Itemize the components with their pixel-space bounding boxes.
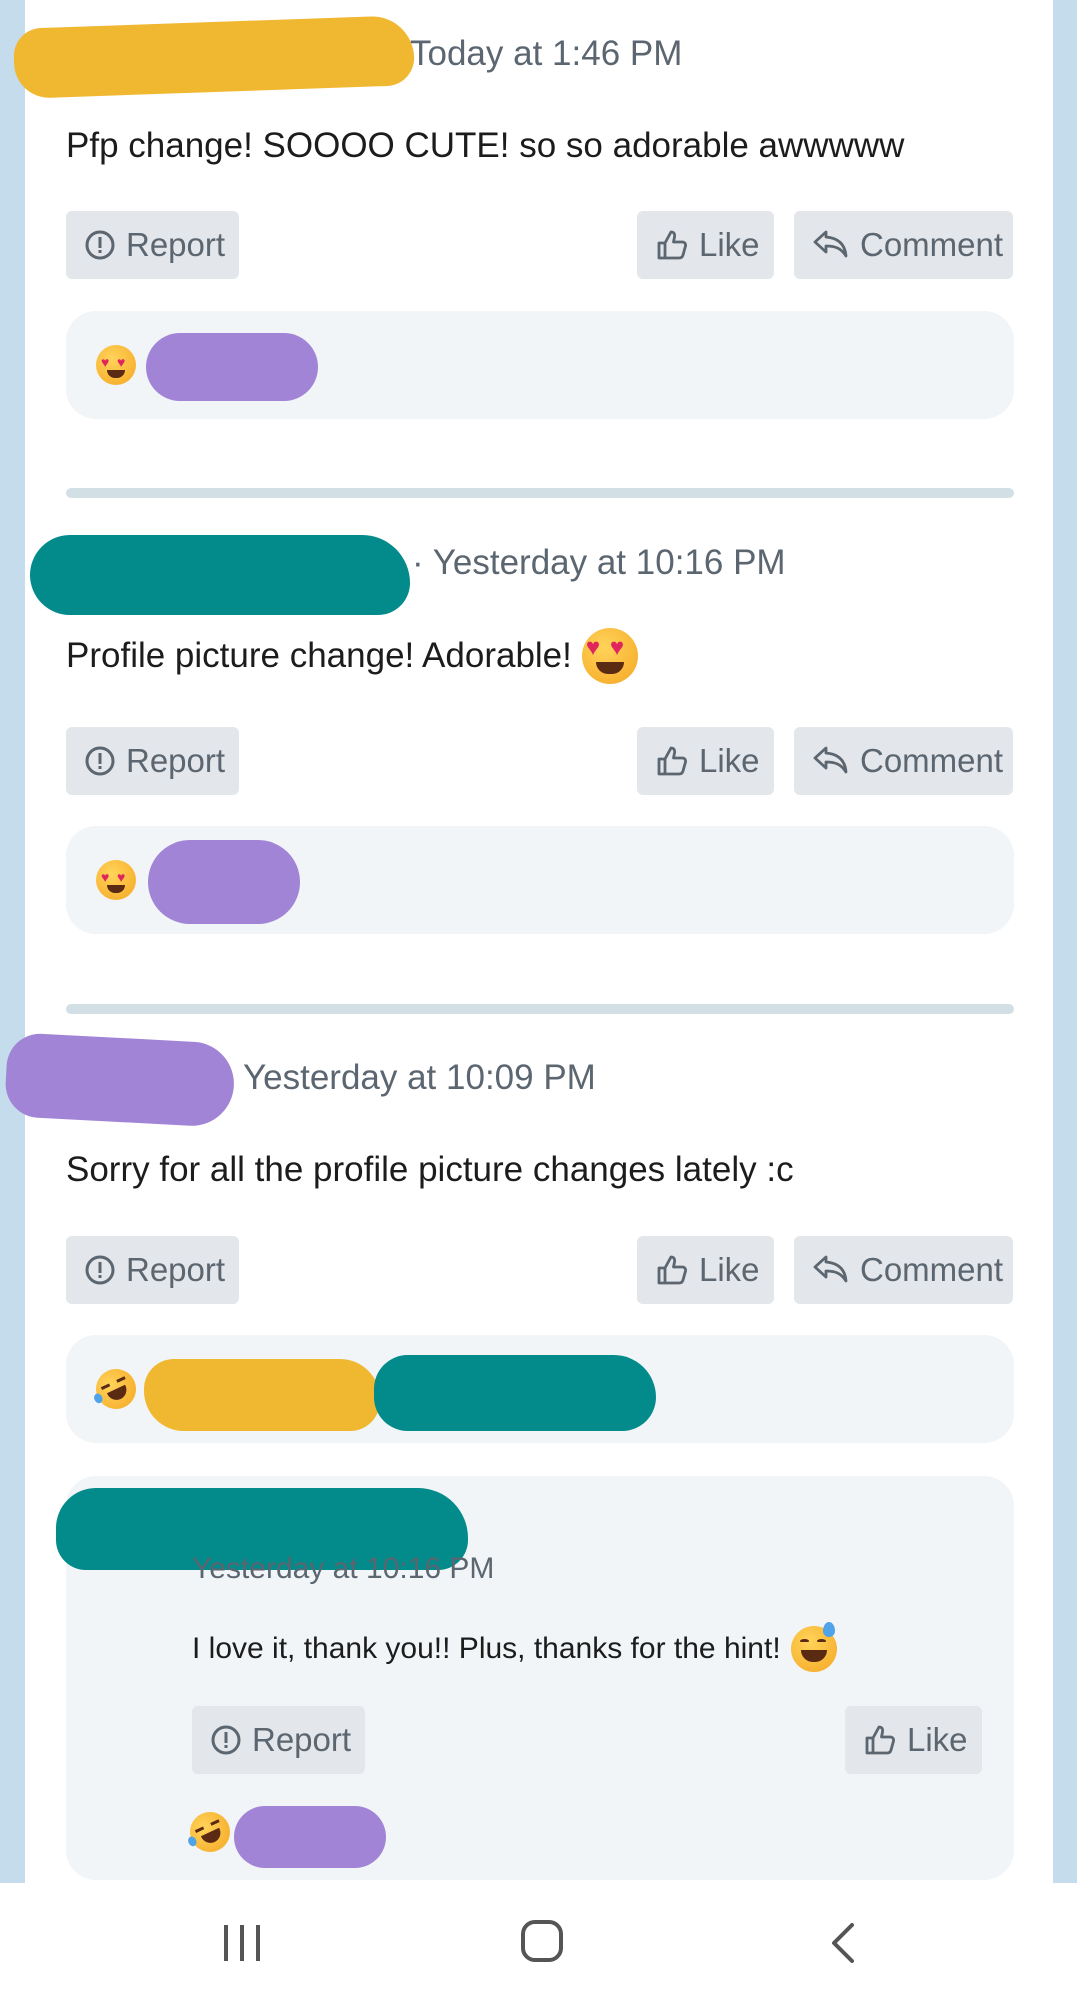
report-button[interactable]: Report: [66, 1236, 239, 1304]
back-icon[interactable]: [828, 1921, 858, 1965]
reply-arrow-icon: [813, 746, 848, 774]
comment-button[interactable]: Comment: [794, 211, 1013, 279]
home-icon[interactable]: [520, 1919, 564, 1963]
heart-eyes-emoji-icon: ♥ ♥: [96, 860, 136, 900]
reply-like-button[interactable]: Like: [845, 1706, 982, 1774]
redacted-reactor[interactable]: [148, 840, 300, 924]
reply-report-button[interactable]: Report: [192, 1706, 365, 1774]
thumbs-up-icon: [865, 1725, 895, 1755]
reaction-bar: ♥ ♥: [66, 311, 1014, 419]
reaction-bar: ♥ ♥: [66, 826, 1014, 934]
thumbs-up-icon: [657, 1255, 687, 1285]
comment-label: Comment: [860, 226, 1004, 263]
like-button[interactable]: Like: [637, 211, 774, 279]
like-label: Like: [699, 1251, 760, 1288]
report-label: Report: [252, 1721, 352, 1758]
reply-arrow-icon: [813, 230, 848, 258]
redacted-username: [3, 1032, 237, 1128]
post-text: Profile picture change! Adorable!: [66, 636, 572, 675]
comment-label: Comment: [860, 1251, 1004, 1288]
reply-arrow-icon: [813, 1255, 848, 1283]
comment-label: Comment: [860, 742, 1004, 779]
sweat-smile-emoji-icon: [790, 1622, 837, 1672]
post-divider: [66, 1004, 1014, 1014]
system-navbar: [0, 1883, 1077, 2000]
post-timestamp: Today at 1:46 PM: [410, 34, 683, 73]
like-label: Like: [699, 226, 760, 263]
redacted-reactor[interactable]: [234, 1806, 386, 1868]
reaction-bar: [66, 1335, 1014, 1443]
alert-circle-icon: [211, 1725, 241, 1755]
post-text-row: Profile picture change! Adorable! ♥ ♥: [66, 628, 638, 684]
reply-card: Yesterday at 10:16 PM I love it, thank y…: [56, 1476, 1014, 1880]
rolling-laughing-emoji-icon: [89, 1362, 143, 1416]
thumbs-up-icon: [657, 230, 687, 260]
redacted-reactor[interactable]: [144, 1359, 380, 1431]
comment-button[interactable]: Comment: [794, 727, 1013, 795]
like-button[interactable]: Like: [637, 727, 774, 795]
post-text: Pfp change! SOOOO CUTE! so so adorable a…: [66, 126, 905, 165]
report-label: Report: [126, 742, 226, 779]
post-timestamp: · Yesterday at 10:16 PM: [412, 543, 786, 582]
alert-circle-icon: [85, 230, 115, 260]
report-button[interactable]: Report: [66, 211, 239, 279]
redacted-reactor[interactable]: [374, 1355, 656, 1431]
comment-button[interactable]: Comment: [794, 1236, 1013, 1304]
post-timestamp: Yesterday at 10:09 PM: [243, 1058, 596, 1097]
alert-circle-icon: [85, 1255, 115, 1285]
thumbs-up-icon: [657, 746, 687, 776]
post-divider: [66, 488, 1014, 498]
report-label: Report: [126, 226, 226, 263]
reply-text: I love it, thank you!! Plus, thanks for …: [192, 1632, 781, 1665]
report-button[interactable]: Report: [66, 727, 239, 795]
heart-eyes-emoji-icon: ♥ ♥: [581, 628, 638, 684]
redacted-username: [12, 15, 416, 99]
reply-timestamp: Yesterday at 10:16 PM: [192, 1552, 495, 1585]
post-text: Sorry for all the profile picture change…: [66, 1150, 794, 1189]
report-label: Report: [126, 1251, 226, 1288]
like-button[interactable]: Like: [637, 1236, 774, 1304]
rolling-laughing-emoji-icon: [183, 1805, 237, 1859]
like-label: Like: [907, 1721, 968, 1758]
like-label: Like: [699, 742, 760, 779]
redacted-reactor[interactable]: [146, 333, 318, 401]
heart-eyes-emoji-icon: ♥ ♥: [96, 345, 136, 385]
reply-text-row: I love it, thank you!! Plus, thanks for …: [192, 1622, 837, 1672]
alert-circle-icon: [85, 746, 115, 776]
recent-apps-icon[interactable]: [220, 1923, 264, 1963]
redacted-username: [30, 535, 410, 615]
